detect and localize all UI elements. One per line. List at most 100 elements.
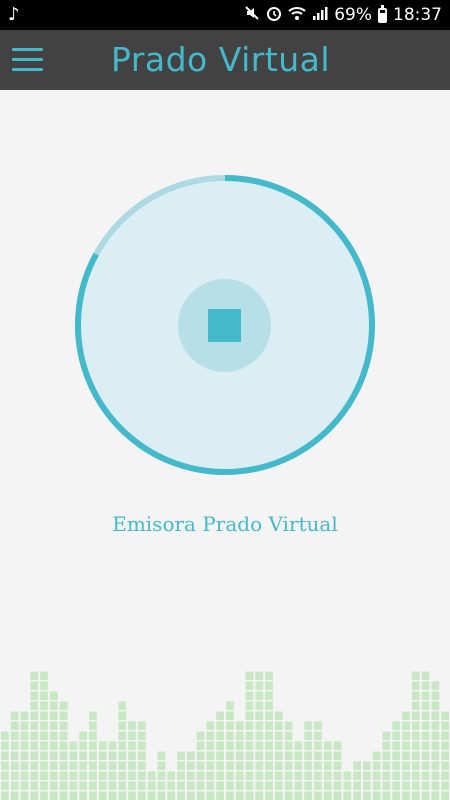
equalizer-segment [79, 761, 88, 770]
equalizer-segment [235, 741, 244, 750]
equalizer-segment [30, 701, 39, 710]
equalizer-segment [128, 721, 136, 730]
equalizer-segment [274, 751, 283, 760]
equalizer-segment [421, 731, 430, 740]
equalizer-segment [372, 751, 381, 760]
equalizer-segment [421, 701, 430, 710]
equalizer-segment [40, 791, 48, 800]
equalizer-segment [128, 791, 136, 800]
equalizer-segment [226, 751, 234, 760]
equalizer-segment [245, 781, 254, 790]
equalizer-segment [89, 721, 97, 730]
equalizer-segment [20, 721, 29, 730]
equalizer-segment [147, 771, 156, 780]
equalizer-segment [128, 761, 136, 770]
equalizer-segment [392, 751, 401, 760]
equalizer-segment [20, 711, 29, 720]
equalizer-segment [177, 771, 185, 780]
equalizer-segment [186, 761, 195, 770]
equalizer-segment [323, 781, 332, 790]
equalizer-segment [255, 791, 264, 800]
station-name: Emisora Prado Virtual [112, 512, 338, 536]
equalizer-segment [40, 771, 48, 780]
stop-icon [208, 309, 241, 342]
equalizer-segment [245, 681, 254, 690]
equalizer-segment [245, 791, 254, 800]
equalizer-segment [20, 761, 29, 770]
equalizer-segment [226, 731, 234, 740]
equalizer-segment [245, 701, 254, 710]
equalizer-segment [333, 771, 342, 780]
equalizer-segment [411, 761, 420, 770]
equalizer-segment [206, 771, 215, 780]
equalizer-segment [431, 791, 440, 800]
equalizer-segment [343, 791, 352, 800]
equalizer-segment [10, 781, 19, 790]
equalizer-segment [137, 761, 146, 770]
equalizer-segment [196, 741, 205, 750]
equalizer-segment [441, 781, 449, 790]
equalizer-segment [206, 721, 215, 730]
mute-icon [244, 5, 260, 26]
equalizer-segment [431, 761, 440, 770]
equalizer-segment [441, 771, 449, 780]
equalizer-segment [226, 721, 234, 730]
equalizer-segment [274, 791, 283, 800]
equalizer-segment [235, 791, 244, 800]
equalizer-segment [59, 791, 68, 800]
equalizer-segment [274, 781, 283, 790]
equalizer-segment [137, 751, 146, 760]
equalizer-segment [431, 741, 440, 750]
equalizer-segment [177, 761, 185, 770]
equalizer-segment [10, 721, 19, 730]
equalizer-segment [323, 771, 332, 780]
equalizer-segment [265, 751, 273, 760]
status-time: 18:37 [393, 5, 442, 25]
equalizer-segment [255, 671, 264, 680]
equalizer-segment [118, 781, 127, 790]
equalizer-segment [30, 791, 39, 800]
equalizer-segment [89, 781, 97, 790]
equalizer-segment [255, 731, 264, 740]
battery-icon [378, 4, 387, 23]
equalizer-segment [265, 701, 273, 710]
equalizer-segment [382, 771, 391, 780]
equalizer-segment [98, 781, 107, 790]
equalizer-segment [226, 791, 234, 800]
equalizer-segment [216, 761, 224, 770]
equalizer-segment [235, 771, 244, 780]
status-icons: 69% 18:37 [244, 0, 442, 30]
equalizer-segment [411, 781, 420, 790]
equalizer-segment [20, 781, 29, 790]
equalizer-segment [118, 701, 127, 710]
equalizer-segment [10, 791, 19, 800]
equalizer-segment [10, 751, 19, 760]
equalizer-segment [216, 791, 224, 800]
equalizer-segment [411, 701, 420, 710]
equalizer-segment [147, 781, 156, 790]
equalizer-segment [49, 791, 58, 800]
equalizer-segment [196, 731, 205, 740]
equalizer-segment [30, 761, 39, 770]
equalizer-segment [431, 731, 440, 740]
equalizer-segment [216, 751, 224, 760]
signal-icon [312, 5, 328, 26]
equalizer-segment [89, 761, 97, 770]
equalizer-segment [206, 761, 215, 770]
stop-button[interactable] [178, 279, 271, 372]
hamburger-menu-icon[interactable] [12, 48, 44, 72]
equalizer-segment [128, 741, 136, 750]
equalizer-segment [186, 791, 195, 800]
equalizer-segment [431, 701, 440, 710]
equalizer-segment [147, 791, 156, 800]
equalizer-segment [10, 761, 19, 770]
equalizer-segment [216, 771, 224, 780]
equalizer-segment [1, 771, 9, 780]
equalizer-segment [382, 781, 391, 790]
equalizer-segment [59, 771, 68, 780]
alarm-icon [266, 5, 282, 26]
equalizer-segment [431, 771, 440, 780]
equalizer-segment [294, 771, 303, 780]
equalizer-segment [128, 781, 136, 790]
equalizer-segment [235, 721, 244, 730]
